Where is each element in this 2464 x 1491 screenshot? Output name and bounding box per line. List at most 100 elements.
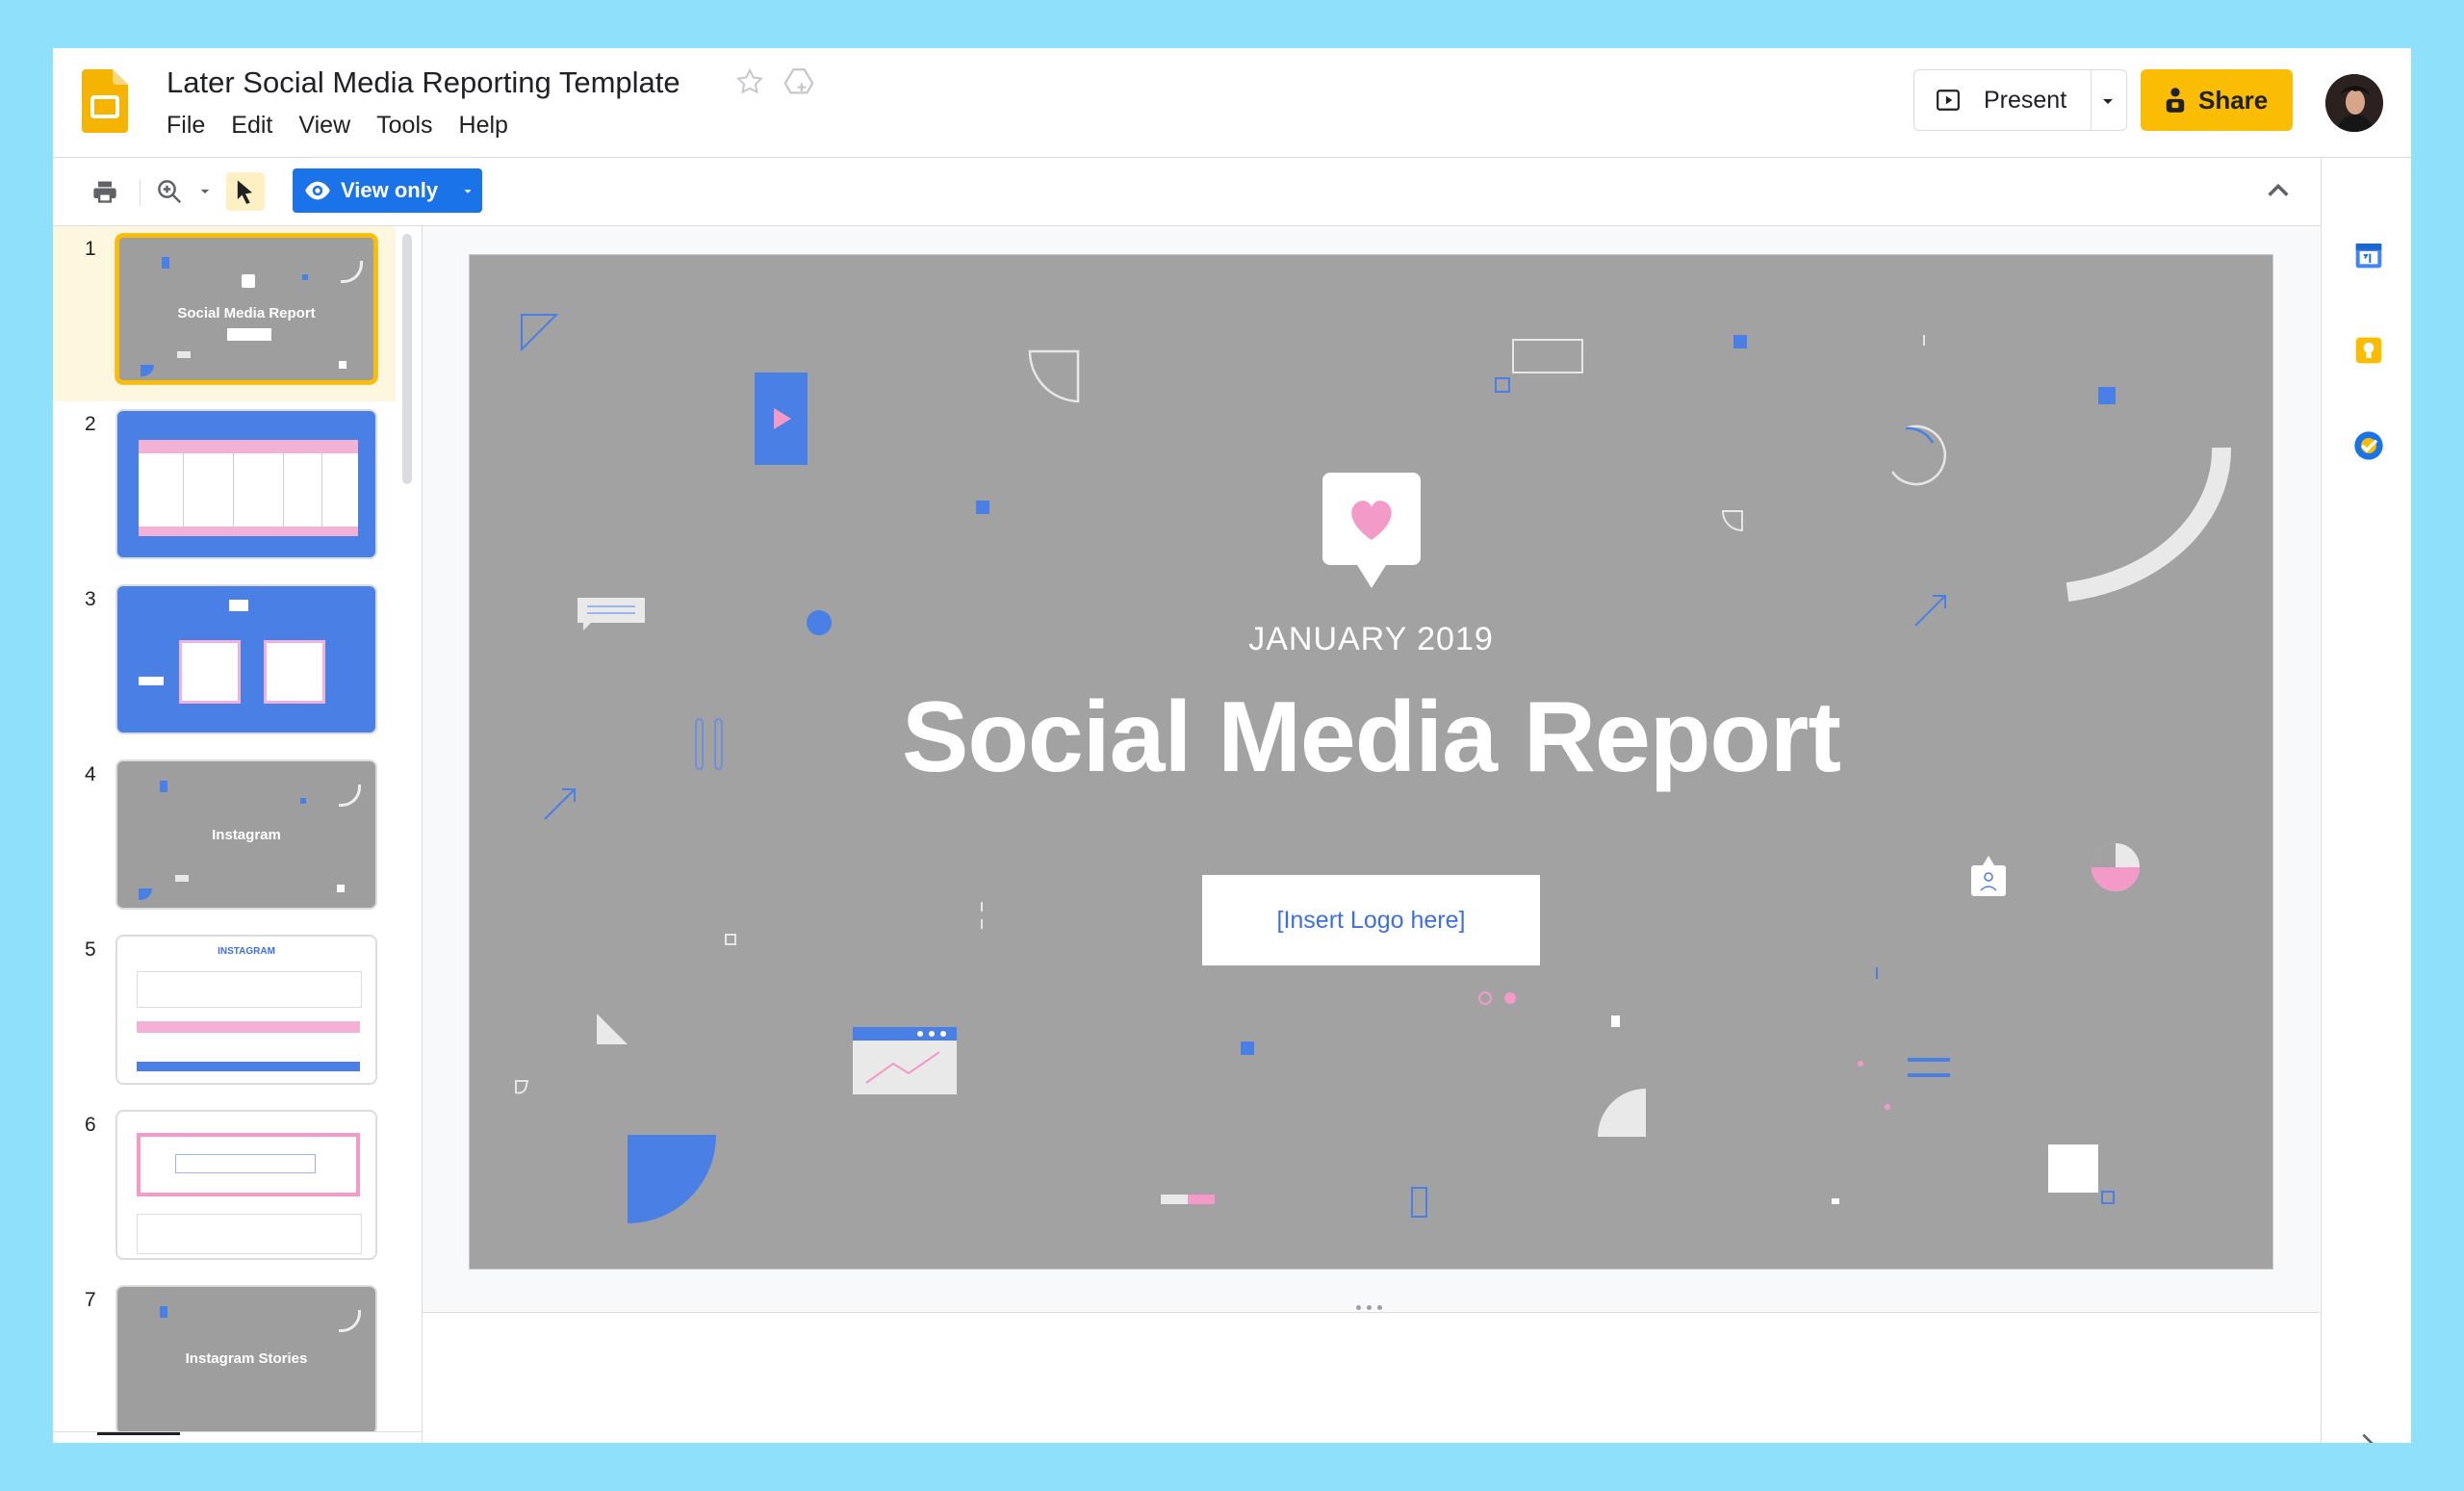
document-title[interactable]: Later Social Media Reporting Template: [167, 65, 680, 100]
thumb-shape: [341, 261, 363, 283]
slide-number: 7: [85, 1289, 96, 1311]
menu-help[interactable]: Help: [459, 112, 520, 140]
tasks-icon[interactable]: [2353, 430, 2384, 461]
share-label: Share: [2198, 85, 2269, 115]
thumb-shape: [139, 888, 152, 900]
chevron-up-icon[interactable]: [2265, 179, 2292, 202]
present-icon: [1937, 90, 1960, 111]
thumb-table: [139, 440, 358, 536]
thumb-box: [175, 1154, 316, 1173]
slide-thumbnail[interactable]: [116, 1110, 377, 1260]
thumb-shape: [339, 784, 361, 807]
thumbnail-row[interactable]: 1 Social Media Report: [53, 228, 415, 401]
calendar-icon[interactable]: [2353, 240, 2384, 270]
thumbnail-row[interactable]: 6: [53, 1104, 415, 1277]
slide-thumbnail[interactable]: Social Media Report: [116, 234, 377, 384]
thumb-shape: [229, 600, 248, 611]
heart-bubble-icon: [1322, 473, 1421, 588]
menu-view[interactable]: View: [298, 112, 362, 140]
thumb-logo-box: [227, 328, 271, 341]
view-only-chevron-down-icon: [464, 190, 472, 193]
menu-tools[interactable]: Tools: [376, 112, 444, 140]
thumbnail-title: Instagram Stories: [185, 1350, 308, 1367]
notes-resize-handle[interactable]: [1356, 1305, 1382, 1310]
thumb-box: [137, 971, 362, 1008]
filmstrip-scrollbar[interactable]: [402, 234, 412, 484]
thumb-table-line: [321, 453, 322, 527]
present-divider: [2091, 70, 2092, 130]
chevron-right-icon[interactable]: [2358, 1431, 2375, 1443]
select-tool-button[interactable]: [226, 172, 265, 211]
menu-bar: File Edit View Tools Help: [167, 112, 534, 140]
present-label: Present: [1984, 86, 2067, 114]
lock-person-icon: [2166, 88, 2185, 113]
thumb-shape: [300, 798, 306, 804]
thumb-table-line: [233, 453, 234, 527]
avatar-picture: [2325, 74, 2383, 132]
thumbnail-row[interactable]: 5 INSTAGRAM: [53, 929, 415, 1102]
zoom-icon: [158, 180, 182, 204]
slide-thumbnail[interactable]: [116, 409, 377, 559]
logo-placeholder: [Insert Logo here]: [1202, 875, 1540, 965]
slide-thumbnail[interactable]: Instagram Stories: [116, 1285, 377, 1435]
keep-icon[interactable]: [2353, 335, 2384, 366]
thumb-shape: [177, 351, 191, 358]
toolbar-divider: [140, 179, 141, 206]
slide-thumbnail[interactable]: Instagram: [116, 759, 377, 910]
view-only-button[interactable]: View only: [293, 168, 482, 213]
side-panel: [2321, 158, 2411, 1443]
thumb-heart-box: [242, 274, 255, 288]
eye-icon: [305, 181, 330, 200]
print-icon: [93, 181, 116, 203]
grip-dot: [1377, 1305, 1382, 1310]
star-icon[interactable]: [733, 65, 766, 98]
slide-number: 6: [85, 1114, 96, 1136]
slide-filmstrip: 1 Social Media Report 2 3 4 Instagram 5 …: [53, 226, 423, 1443]
slide-canvas: JANUARY 2019 Social Media Report [Insert…: [423, 226, 2320, 1443]
thumb-shape: [302, 274, 308, 280]
thumbnail-title: INSTAGRAM: [218, 946, 275, 957]
thumbnail-row[interactable]: 2: [53, 403, 415, 577]
slide-thumbnail[interactable]: [116, 584, 377, 734]
move-to-drive-icon[interactable]: [782, 65, 816, 98]
google-slides-icon[interactable]: [82, 69, 128, 133]
menu-file[interactable]: File: [167, 112, 217, 140]
thumb-table-line: [283, 453, 284, 527]
present-button-group: Present: [1913, 69, 2127, 131]
thumbnail-row[interactable]: 4 Instagram: [53, 754, 415, 927]
print-button[interactable]: [86, 172, 124, 211]
thumb-frame: [264, 640, 325, 704]
thumb-shape: [160, 781, 167, 792]
thumb-box: [137, 1214, 362, 1254]
zoom-button[interactable]: [150, 172, 189, 211]
thumb-shape: [339, 361, 346, 369]
thumbnail-title: Instagram: [212, 827, 281, 843]
thumb-shape: [141, 365, 154, 376]
thumb-table-footer: [139, 527, 358, 536]
avatar[interactable]: [2325, 74, 2383, 132]
thumbnail-row[interactable]: 3: [53, 578, 415, 752]
thumbnail-title: Social Media Report: [177, 305, 316, 321]
speaker-notes[interactable]: [423, 1305, 2320, 1443]
title-bar: Later Social Media Reporting Template Fi…: [53, 48, 2411, 157]
active-view-indicator: [97, 1432, 180, 1435]
share-button[interactable]: Share: [2141, 69, 2293, 131]
menu-edit[interactable]: Edit: [231, 112, 284, 140]
slide-number: 1: [85, 238, 96, 260]
thumb-shape: [160, 1306, 167, 1318]
thumbnail-row[interactable]: 7 Instagram Stories: [53, 1279, 415, 1443]
thumb-shape: [337, 885, 345, 892]
present-button[interactable]: Present: [1914, 70, 2091, 130]
chevron-down-icon[interactable]: [2097, 91, 2118, 111]
pointer-icon: [237, 180, 252, 204]
thumb-shape: [339, 1310, 361, 1332]
thumb-shape: [139, 677, 164, 685]
slide-number: 3: [85, 588, 96, 610]
slides-window: Later Social Media Reporting Template Fi…: [53, 48, 2411, 1443]
view-only-label: View only: [341, 178, 439, 202]
thumb-band: [137, 1021, 360, 1033]
zoom-chevron-down-icon[interactable]: [197, 185, 213, 198]
grip-dot: [1367, 1305, 1372, 1310]
slide-thumbnail[interactable]: INSTAGRAM: [116, 935, 377, 1085]
slide-number: 5: [85, 938, 96, 961]
